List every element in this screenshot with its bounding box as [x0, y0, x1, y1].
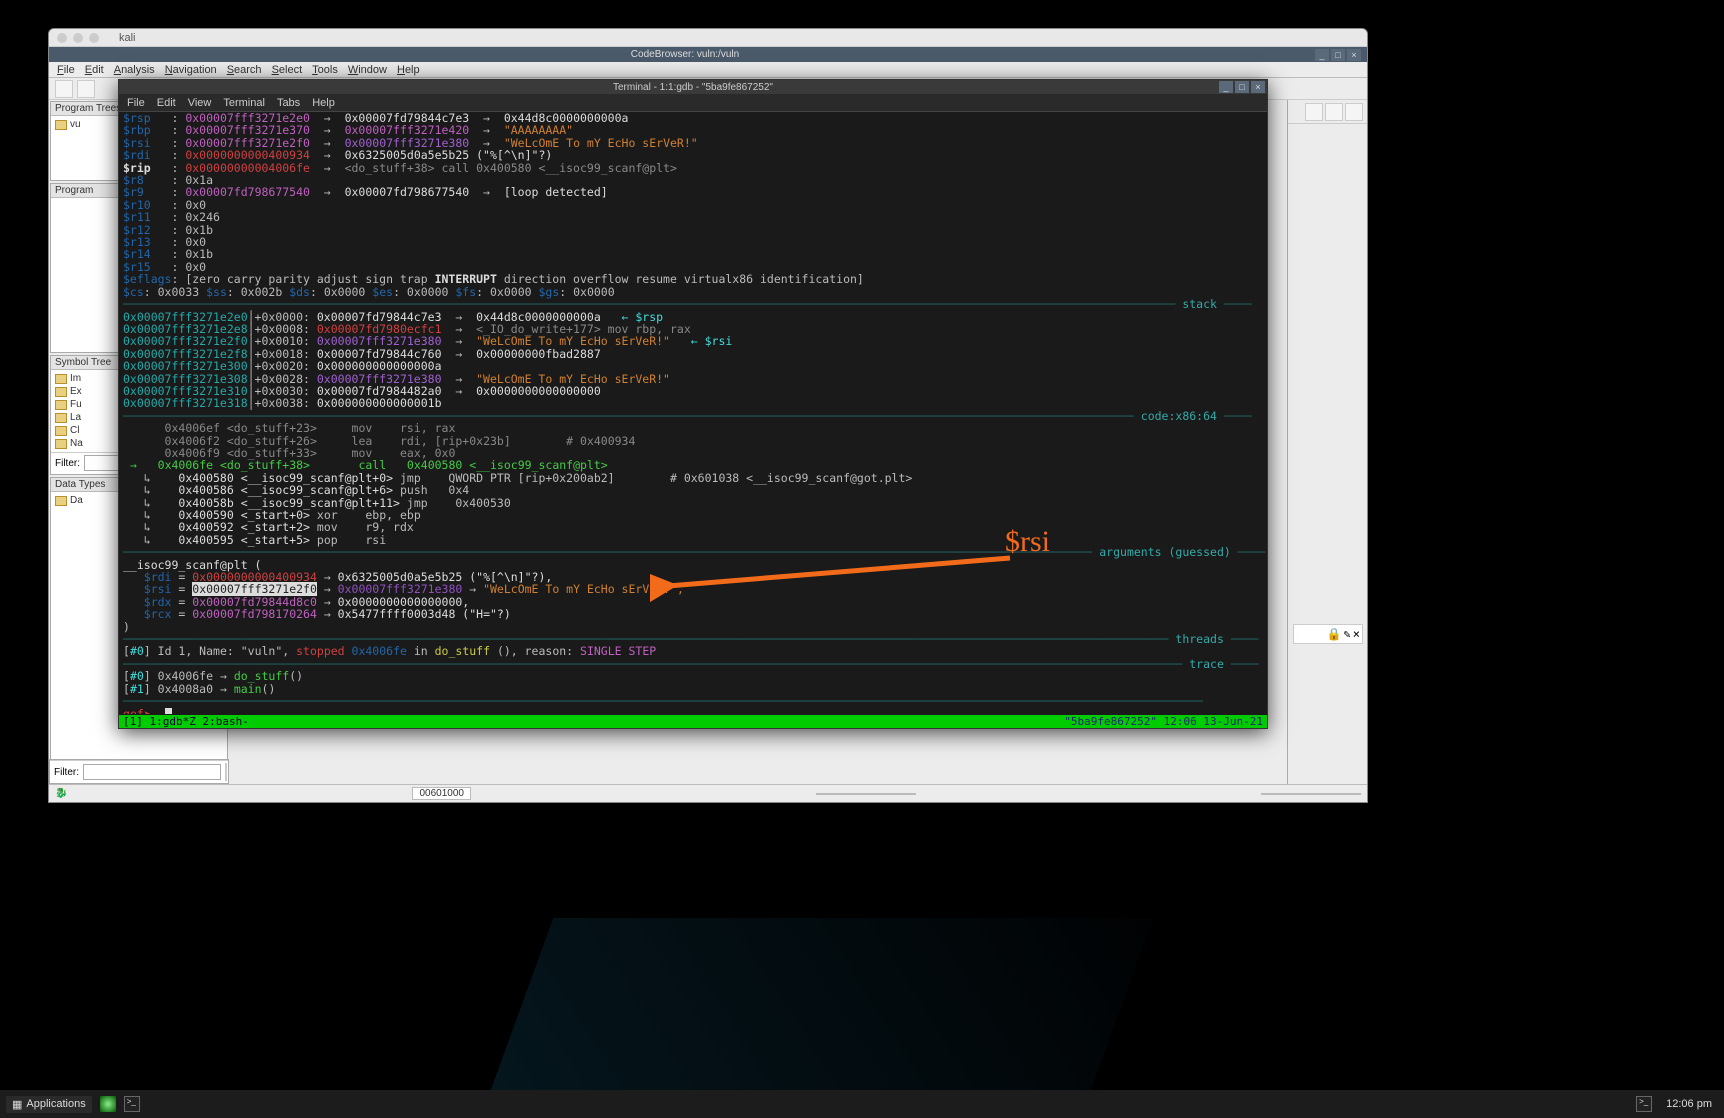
folder-icon — [55, 120, 67, 130]
menu-terminal[interactable]: Terminal — [223, 97, 265, 109]
ghidra-statusbar: 🐉 00601000 — [49, 784, 1367, 802]
menu-edit[interactable]: Edit — [85, 64, 104, 76]
mac-titlebar[interactable]: kali — [49, 29, 1367, 47]
close-icon[interactable] — [1345, 103, 1363, 121]
filter-label: Filter: — [54, 767, 79, 778]
terminal-titlebar[interactable]: Terminal - 1:1:gdb - "5ba9fe867252" _ □ … — [119, 80, 1267, 94]
back-icon[interactable] — [55, 80, 73, 98]
fwd-icon[interactable] — [77, 80, 95, 98]
mac-title: kali — [119, 32, 136, 44]
folder-icon — [55, 413, 67, 423]
close-icon[interactable]: × — [1347, 49, 1361, 61]
menu-file[interactable]: File — [57, 64, 75, 76]
menu-select[interactable]: Select — [272, 64, 303, 76]
folder-icon — [55, 496, 67, 506]
ghidra-right-gutter: 🔒 ✎ × — [1287, 100, 1367, 784]
ghidra-title: CodeBrowser: vuln:/vuln — [631, 49, 739, 60]
folder-icon — [55, 400, 67, 410]
folder-icon — [55, 387, 67, 397]
terminal-title: Terminal - 1:1:gdb - "5ba9fe867252" — [613, 82, 773, 93]
kali-icon[interactable] — [100, 1096, 116, 1112]
menu-view[interactable]: View — [188, 97, 212, 109]
terminal-icon[interactable] — [124, 1096, 140, 1112]
menu-tabs[interactable]: Tabs — [277, 97, 300, 109]
lock-icon[interactable]: 🔒 — [1327, 627, 1342, 641]
minimize-icon[interactable]: _ — [1315, 49, 1329, 61]
gear-icon[interactable] — [225, 763, 227, 781]
menu-edit[interactable]: Edit — [157, 97, 176, 109]
view-icon[interactable] — [1325, 103, 1343, 121]
zoom-icon[interactable] — [89, 33, 99, 43]
menu-tools[interactable]: Tools — [312, 64, 338, 76]
applications-menu[interactable]: ▦ Applications — [6, 1096, 92, 1113]
menu-navigation[interactable]: Navigation — [165, 64, 217, 76]
taskbar[interactable]: ▦ Applications 12:06 pm — [0, 1090, 1724, 1118]
terminal-menubar[interactable]: File Edit View Terminal Tabs Help — [119, 94, 1267, 112]
terminal-output[interactable]: $rsp : 0x00007fff3271e2e0 → 0x00007fd798… — [119, 112, 1267, 714]
maximize-icon[interactable]: □ — [1331, 49, 1345, 61]
minimize-icon[interactable] — [73, 33, 83, 43]
menu-analysis[interactable]: Analysis — [114, 64, 155, 76]
menu-file[interactable]: File — [127, 97, 145, 109]
snapshot-icon[interactable] — [1305, 103, 1323, 121]
clock: 12:06 pm — [1660, 1096, 1718, 1112]
ghidra-dragon-icon: 🐉 — [55, 788, 67, 799]
close-icon[interactable]: × — [1353, 627, 1360, 641]
ghidra-menubar[interactable]: File Edit Analysis Navigation Search Sel… — [49, 62, 1367, 78]
folder-icon — [55, 426, 67, 436]
folder-icon — [55, 374, 67, 384]
grid-icon: ▦ — [12, 1098, 22, 1111]
filter-input[interactable] — [83, 764, 221, 780]
menu-help[interactable]: Help — [397, 64, 420, 76]
terminal-window[interactable]: Terminal - 1:1:gdb - "5ba9fe867252" _ □ … — [118, 79, 1268, 729]
edit-icon[interactable]: ✎ — [1344, 627, 1351, 641]
filter-label: Filter: — [55, 458, 80, 469]
close-icon[interactable]: × — [1251, 81, 1265, 93]
minimize-icon[interactable]: _ — [1219, 81, 1233, 93]
tmux-statusbar: [1] 1:gdb*Z 2:bash- "5ba9fe867252" 12:06… — [119, 715, 1267, 728]
menu-search[interactable]: Search — [227, 64, 262, 76]
status-address: 00601000 — [412, 787, 471, 800]
status-right: "5ba9fe867252" 12:06 13-Jun-21 — [1064, 715, 1263, 728]
ghidra-titlebar[interactable]: CodeBrowser: vuln:/vuln _ □ × — [49, 47, 1367, 62]
maximize-icon[interactable]: □ — [1235, 81, 1249, 93]
terminal-indicator-icon[interactable] — [1636, 1096, 1652, 1112]
folder-icon — [55, 439, 67, 449]
menu-window[interactable]: Window — [348, 64, 387, 76]
status-left: [1] 1:gdb*Z 2:bash- — [123, 715, 249, 728]
close-icon[interactable] — [57, 33, 67, 43]
traffic-lights[interactable] — [57, 33, 99, 43]
menu-help[interactable]: Help — [312, 97, 335, 109]
